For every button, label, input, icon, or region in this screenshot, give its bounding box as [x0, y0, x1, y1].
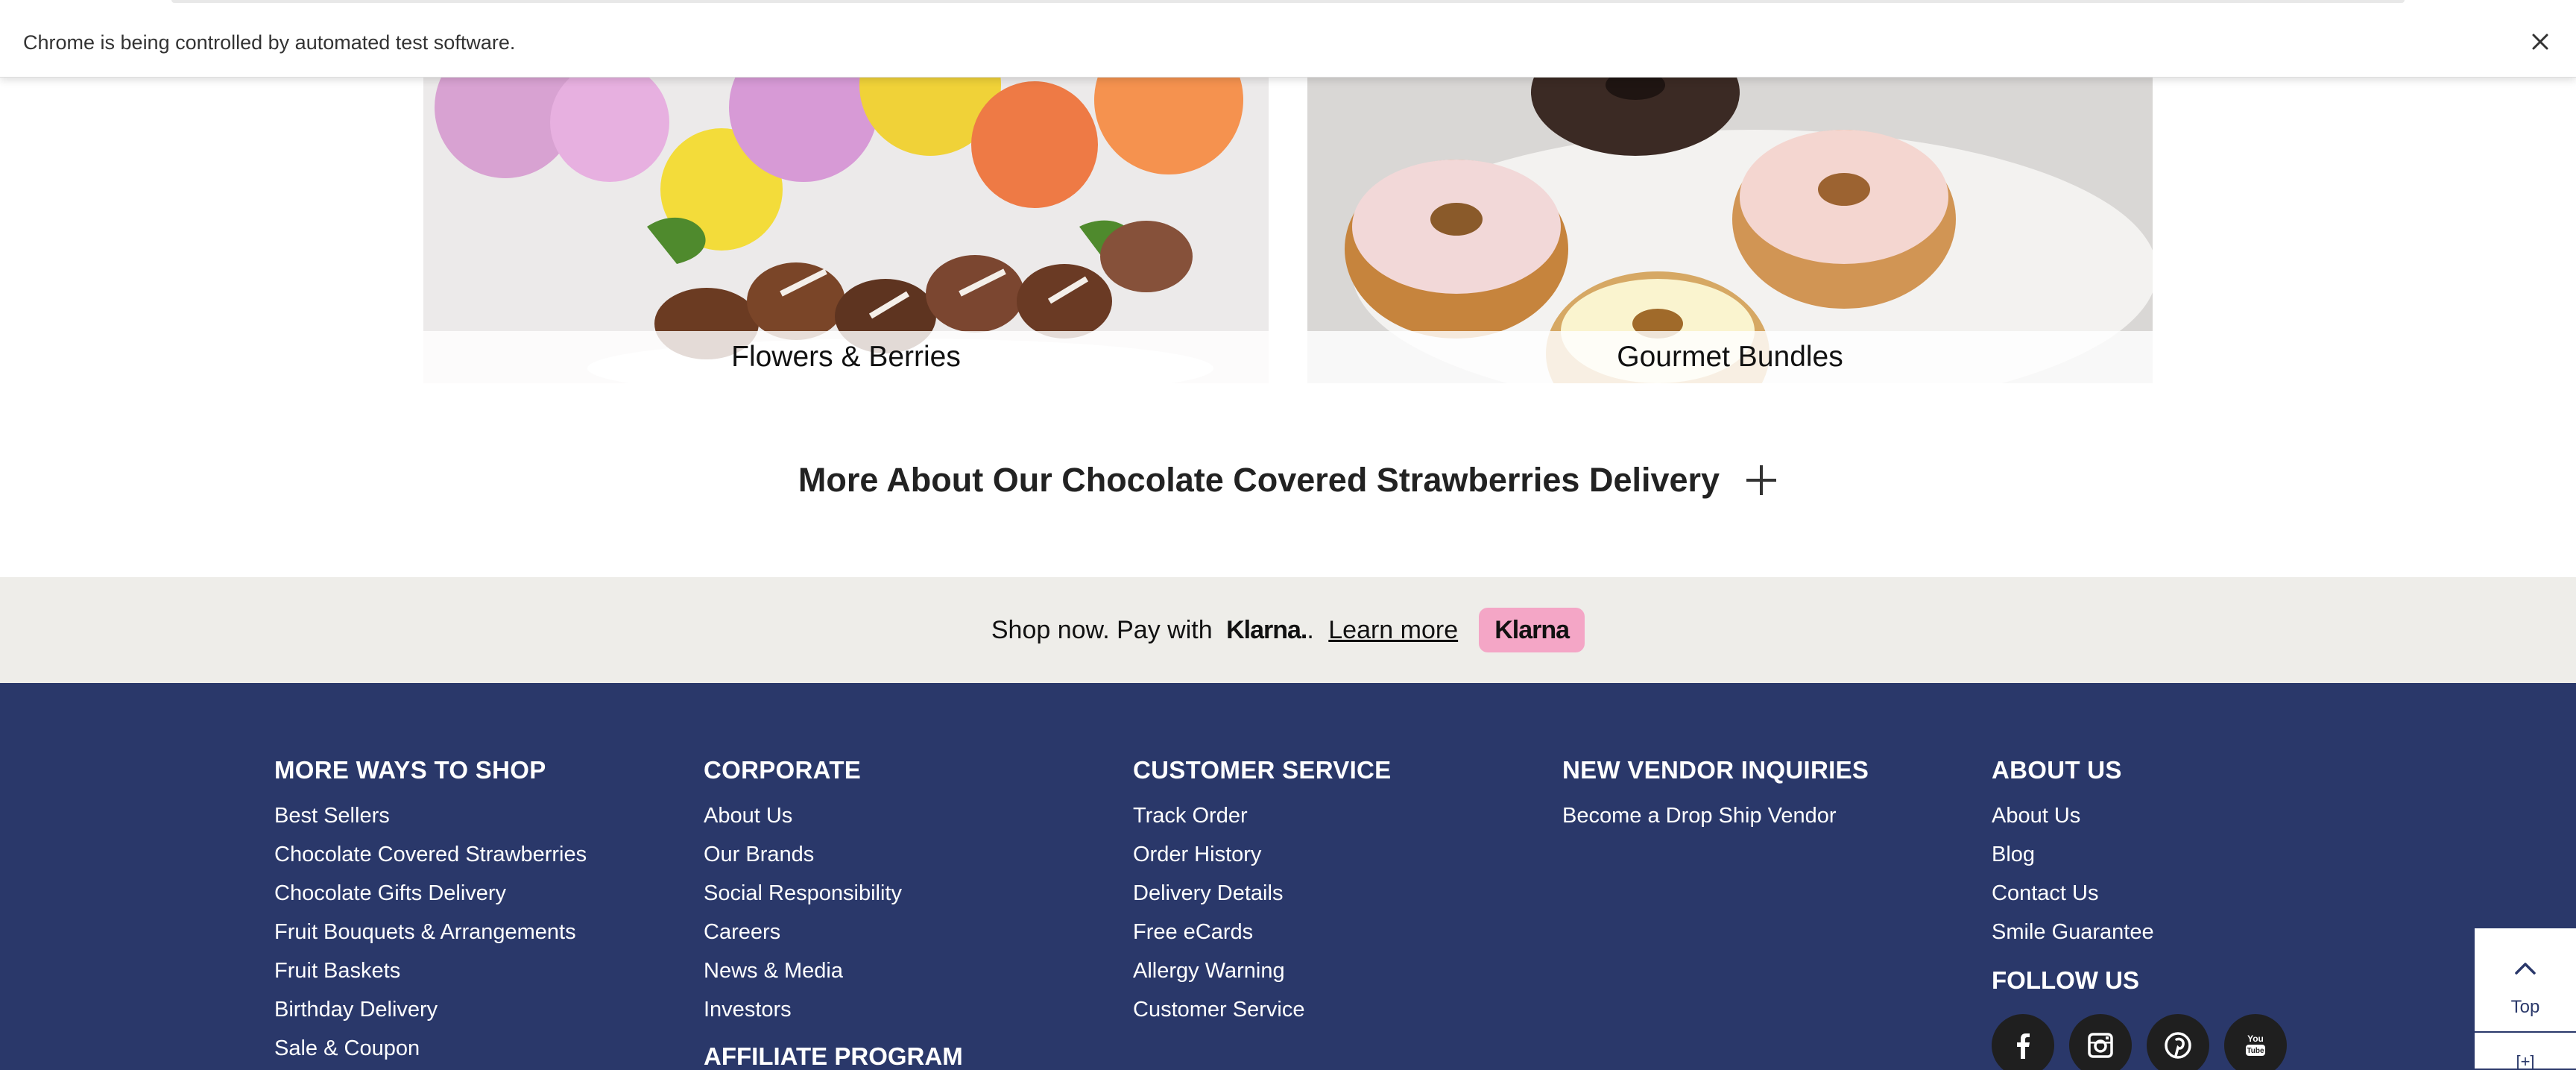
category-tile-gourmet-bundles[interactable]: Gourmet Bundles [1307, 78, 2153, 383]
footer-link[interactable]: Smile Guarantee [1992, 920, 2154, 959]
footer-link[interactable]: Order History [1133, 843, 1304, 881]
tile-caption: Gourmet Bundles [1307, 331, 2153, 383]
footer-link[interactable]: Fruit Baskets [274, 959, 587, 998]
follow-us-heading: FOLLOW US [1992, 966, 2139, 994]
footer-link[interactable]: About Us [1992, 804, 2154, 843]
chevron-up-icon [2515, 963, 2536, 975]
social-links: You Tube [1992, 1014, 2287, 1070]
expand-widget-button[interactable]: [+] [2475, 1052, 2576, 1070]
klarna-prefix: Shop now. Pay with [991, 615, 1213, 644]
more-about-accordion[interactable]: More About Our Chocolate Covered Strawbe… [0, 452, 2576, 509]
infobar-message: Chrome is being controlled by automated … [23, 31, 516, 54]
footer-link[interactable]: Investors [704, 998, 902, 1036]
footer-link[interactable]: Social Responsibility [704, 881, 902, 920]
footer-link[interactable]: Fruit Bouquets & Arrangements [274, 920, 587, 959]
instagram-icon[interactable] [2069, 1014, 2132, 1070]
footer-link[interactable]: Become a Drop Ship Vendor [1562, 804, 1837, 843]
footer-link[interactable]: Delivery Details [1133, 881, 1304, 920]
footer-link[interactable]: About Us [704, 804, 902, 843]
affiliate-program-heading: AFFILIATE PROGRAM [704, 1042, 963, 1070]
footer-link[interactable]: Free eCards [1133, 920, 1304, 959]
learn-more-link[interactable]: Learn more [1328, 616, 1458, 644]
pinterest-icon[interactable] [2147, 1014, 2209, 1070]
footer-link[interactable]: Sale & Coupon [274, 1036, 587, 1070]
column-heading: CORPORATE [704, 756, 862, 784]
footer-link[interactable]: Track Order [1133, 804, 1304, 843]
link-list: Track Order Order History Delivery Detai… [1133, 804, 1304, 1036]
footer-link[interactable]: News & Media [704, 959, 902, 998]
footer-link[interactable]: Blog [1992, 843, 2154, 881]
klarna-suffix: . [1307, 615, 1314, 644]
column-heading: NEW VENDOR INQUIRIES [1562, 756, 1869, 784]
column-heading: ABOUT US [1992, 756, 2122, 784]
klarna-badge: Klarna [1479, 608, 1585, 652]
column-heading: CUSTOMER SERVICE [1133, 756, 1392, 784]
footer-link[interactable]: Chocolate Covered Strawberries [274, 843, 587, 881]
klarna-message: Shop now. Pay with Klarna.. Learn more [991, 616, 1458, 645]
footer-link[interactable]: Customer Service [1133, 998, 1304, 1036]
facebook-icon[interactable] [1992, 1014, 2054, 1070]
svg-text:You: You [2247, 1033, 2264, 1044]
more-about-title: More About Our Chocolate Covered Strawbe… [798, 461, 1720, 499]
footer-link[interactable]: Contact Us [1992, 881, 2154, 920]
youtube-icon[interactable]: You Tube [2224, 1014, 2287, 1070]
link-list: About Us Blog Contact Us Smile Guarantee [1992, 804, 2154, 959]
plus-icon[interactable] [1745, 464, 1778, 497]
column-heading: MORE WAYS TO SHOP [274, 756, 546, 784]
browser-toolbar-edge [171, 0, 2405, 3]
close-icon[interactable] [2525, 27, 2555, 57]
footer-link[interactable]: Birthday Delivery [274, 998, 587, 1036]
category-tile-flowers-berries[interactable]: Flowers & Berries [423, 78, 1269, 383]
klarna-inline-logo: Klarna. [1226, 615, 1307, 644]
footer-link[interactable]: Chocolate Gifts Delivery [274, 881, 587, 920]
tile-caption: Flowers & Berries [423, 331, 1269, 383]
footer-link[interactable]: Our Brands [704, 843, 902, 881]
link-list: Become a Drop Ship Vendor [1562, 804, 1837, 843]
footer-link[interactable]: Careers [704, 920, 902, 959]
footer-link[interactable]: Best Sellers [274, 804, 587, 843]
klarna-banner: Shop now. Pay with Klarna.. Learn more K… [0, 577, 2576, 683]
link-list: Best Sellers Chocolate Covered Strawberr… [274, 804, 587, 1070]
link-list: About Us Our Brands Social Responsibilit… [704, 804, 902, 1036]
site-footer: MORE WAYS TO SHOP Best Sellers Chocolate… [0, 683, 2576, 1070]
back-to-top-widget[interactable]: Top [+] [2473, 927, 2576, 1070]
automation-infobar: Chrome is being controlled by automated … [0, 0, 2576, 78]
top-label: Top [2510, 997, 2540, 1017]
divider [2475, 1031, 2576, 1033]
footer-link[interactable]: Allergy Warning [1133, 959, 1304, 998]
svg-text:Tube: Tube [2247, 1047, 2264, 1055]
